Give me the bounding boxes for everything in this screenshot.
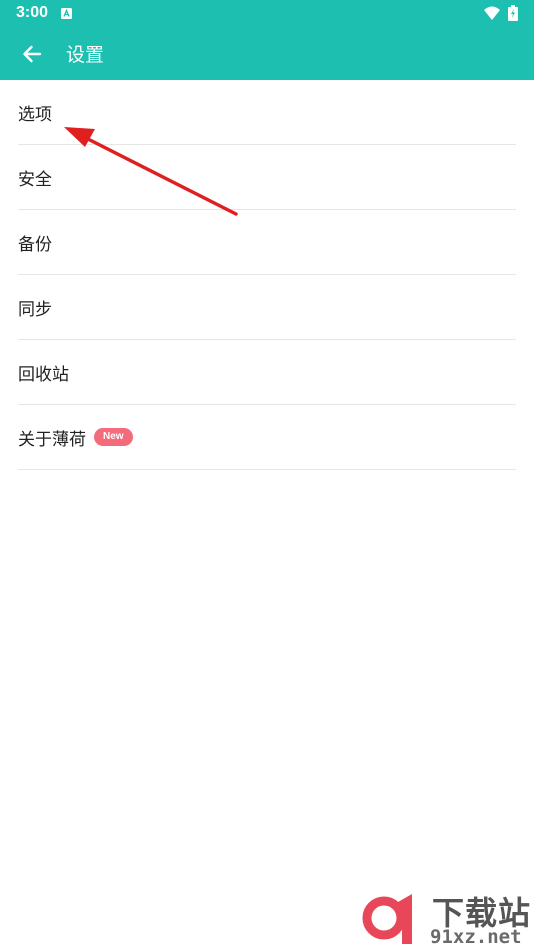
- settings-item-options[interactable]: 选项: [18, 80, 516, 145]
- settings-item-sync[interactable]: 同步: [18, 275, 516, 340]
- settings-item-label: 备份: [18, 234, 52, 255]
- notification-a-icon: [61, 8, 72, 19]
- page-title: 设置: [66, 44, 105, 66]
- watermark: 下载站 91xz.net: [360, 888, 534, 948]
- new-badge: New: [94, 428, 133, 446]
- wifi-icon: [484, 6, 500, 20]
- arrow-left-icon: [23, 45, 42, 63]
- back-button[interactable]: [12, 34, 52, 74]
- settings-list: 选项 安全 备份 同步 回收站 关于薄荷 New: [18, 80, 516, 470]
- settings-item-label: 回收站: [18, 364, 69, 385]
- watermark-logo-icon: [362, 894, 412, 944]
- toolbar: 设置: [0, 28, 534, 80]
- status-bar: 3:00: [0, 0, 534, 28]
- settings-item-recycle-bin[interactable]: 回收站: [18, 340, 516, 405]
- watermark-site: 91xz.net: [430, 926, 522, 948]
- settings-item-label: 选项: [18, 104, 52, 125]
- settings-item-label: 安全: [18, 169, 52, 190]
- status-time: 3:00: [16, 4, 49, 21]
- battery-charging-icon: [508, 5, 518, 21]
- settings-item-label: 关于薄荷: [18, 429, 86, 450]
- app-bar: 3:00 设置: [0, 0, 534, 80]
- settings-item-label: 同步: [18, 299, 52, 320]
- settings-item-security[interactable]: 安全: [18, 145, 516, 210]
- settings-item-about[interactable]: 关于薄荷 New: [18, 405, 516, 470]
- settings-item-backup[interactable]: 备份: [18, 210, 516, 275]
